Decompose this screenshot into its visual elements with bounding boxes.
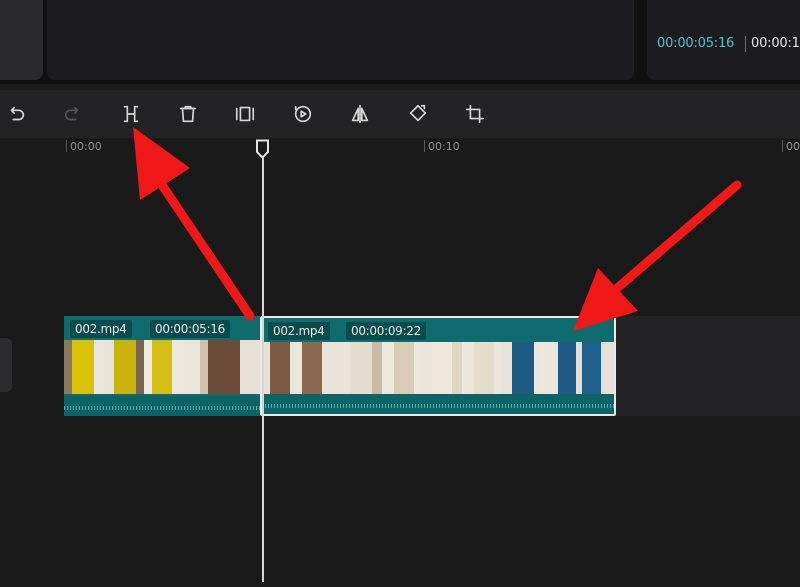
clip-thumbnails <box>262 342 614 396</box>
player-panel <box>47 0 634 80</box>
video-clip-2[interactable]: 002.mp4 00:00:09:22 <box>260 316 616 416</box>
track-header[interactable] <box>0 338 12 392</box>
audio-waveform <box>64 396 260 416</box>
current-timecode: 00:00:05:16 <box>657 36 735 51</box>
ruler-label-20: 00 <box>786 140 800 153</box>
playhead-icon <box>256 139 269 159</box>
clip-duration: 00:00:09:22 <box>346 322 426 340</box>
redo-icon <box>64 106 79 121</box>
timecode-separator <box>745 36 746 52</box>
thumbnail <box>104 340 144 394</box>
thumbnail <box>582 342 614 396</box>
timeline-ruler[interactable]: 00:00 00:10 00 <box>0 138 800 162</box>
crop-button[interactable] <box>461 100 489 128</box>
audio-waveform <box>262 394 614 414</box>
thumbnail <box>64 340 104 394</box>
ruler-label-10: 00:10 <box>428 140 460 153</box>
clip-filename: 002.mp4 <box>70 320 132 338</box>
thumbnail <box>462 342 502 396</box>
thumbnail <box>422 342 462 396</box>
red-arrow-icon <box>573 180 742 331</box>
thumbnail <box>502 342 542 396</box>
freeze-button[interactable] <box>231 100 259 128</box>
mirror-icon <box>351 104 369 124</box>
clip-filename: 002.mp4 <box>268 322 330 340</box>
ruler-tick <box>66 140 67 152</box>
reverse-play-icon <box>294 105 312 123</box>
thumbnail <box>224 340 260 394</box>
split-button[interactable] <box>117 100 145 128</box>
thumbnail <box>342 342 382 396</box>
rotate-icon <box>409 104 427 122</box>
crop-icon <box>465 104 485 124</box>
thumbnail <box>262 342 302 396</box>
track-empty-area <box>612 316 800 416</box>
split-icon <box>123 105 139 123</box>
freeze-frame-icon <box>235 106 255 122</box>
thumbnail <box>302 342 342 396</box>
ruler-label-0: 00:00 <box>70 140 102 153</box>
annotation-arrows <box>133 127 742 331</box>
thumbnail <box>542 342 582 396</box>
video-clip-1[interactable]: 002.mp4 00:00:05:16 <box>64 316 260 416</box>
media-panel-edge <box>0 0 43 80</box>
thumbnail <box>184 340 224 394</box>
reverse-button[interactable] <box>289 100 317 128</box>
undo-icon <box>10 106 25 121</box>
ruler-tick <box>424 140 425 152</box>
clip-thumbnails <box>64 340 260 394</box>
playhead-line[interactable] <box>262 152 264 582</box>
thumbnail <box>144 340 184 394</box>
playhead-handle[interactable] <box>255 139 270 159</box>
total-timecode: 00:00:1 <box>751 36 800 51</box>
timeline-toolbar <box>0 90 800 138</box>
clip-duration: 00:00:05:16 <box>150 320 230 338</box>
thumbnail <box>382 342 422 396</box>
trash-icon <box>179 105 197 123</box>
preview-area: 00:00:05:16 00:00:1 <box>0 0 800 84</box>
rotate-button[interactable] <box>404 100 432 128</box>
mirror-button[interactable] <box>346 100 374 128</box>
ruler-tick <box>782 140 783 152</box>
undo-button[interactable] <box>2 100 30 128</box>
delete-button[interactable] <box>174 100 202 128</box>
redo-button[interactable] <box>59 100 87 128</box>
